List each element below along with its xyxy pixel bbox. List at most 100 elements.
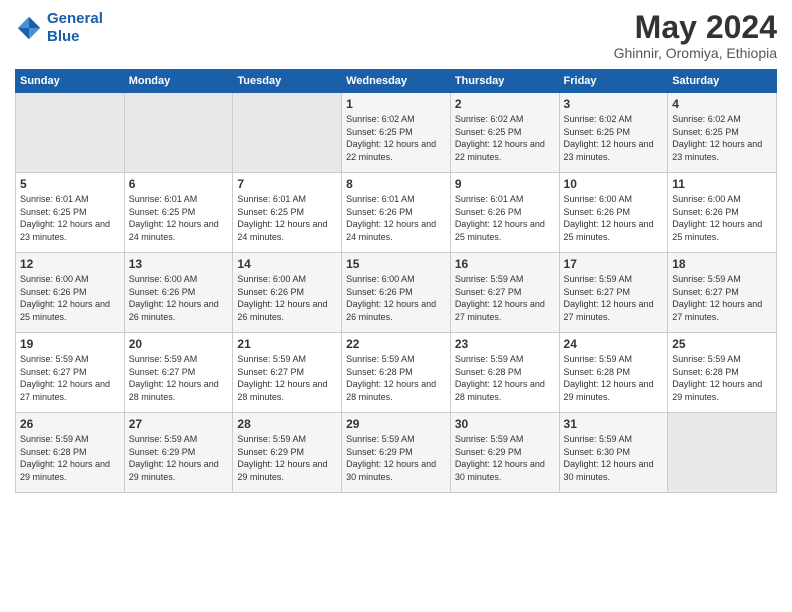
day-cell: 23 Sunrise: 5:59 AMSunset: 6:28 PMDayligh… (450, 333, 559, 413)
weekday-header-friday: Friday (559, 70, 668, 93)
day-info: Sunrise: 5:59 AMSunset: 6:28 PMDaylight:… (564, 353, 664, 403)
day-cell: 26Sunrise: 5:59 AMSunset: 6:28 PMDayligh… (16, 413, 125, 493)
day-number: 29 (346, 417, 446, 431)
weekday-header-monday: Monday (124, 70, 233, 93)
day-cell: 14 Sunrise: 6:00 AMSunset: 6:26 PMDayligh… (233, 253, 342, 333)
day-number: 28 (237, 417, 337, 431)
weekday-header-row: SundayMondayTuesdayWednesdayThursdayFrid… (16, 70, 777, 93)
day-number: 27 (129, 417, 229, 431)
day-cell: 13Sunrise: 6:00 AMSunset: 6:26 PMDayligh… (124, 253, 233, 333)
day-number: 19 (20, 337, 120, 351)
day-info: Sunrise: 6:01 AMSunset: 6:25 PMDaylight:… (237, 193, 337, 243)
day-number: 2 (455, 97, 555, 111)
day-info: Sunrise: 5:59 AMSunset: 6:27 PMDaylight:… (455, 273, 555, 323)
day-cell: 17 Sunrise: 5:59 AMSunset: 6:27 PMDayligh… (559, 253, 668, 333)
day-info: Sunrise: 5:59 AMSunset: 6:28 PMDaylight:… (672, 353, 772, 403)
logo-line1: General (47, 10, 103, 27)
day-info: Sunrise: 5:59 AMSunset: 6:28 PMDaylight:… (455, 353, 555, 403)
day-cell: 6 Sunrise: 6:01 AMSunset: 6:25 PMDaylight… (124, 173, 233, 253)
day-info: Sunrise: 6:01 AMSunset: 6:25 PMDaylight:… (20, 193, 120, 243)
day-cell: 2 Sunrise: 6:02 AMSunset: 6:25 PMDaylight… (450, 93, 559, 173)
day-number: 4 (672, 97, 772, 111)
day-cell: 20Sunrise: 5:59 AMSunset: 6:27 PMDayligh… (124, 333, 233, 413)
week-row-3: 12 Sunrise: 6:00 AMSunset: 6:26 PMDayligh… (16, 253, 777, 333)
day-info: Sunrise: 6:00 AMSunset: 6:26 PMDaylight:… (20, 273, 120, 323)
day-cell: 30Sunrise: 5:59 AMSunset: 6:29 PMDayligh… (450, 413, 559, 493)
day-cell: 7 Sunrise: 6:01 AMSunset: 6:25 PMDaylight… (233, 173, 342, 253)
day-info: Sunrise: 6:02 AMSunset: 6:25 PMDaylight:… (672, 113, 772, 163)
day-cell: 28Sunrise: 5:59 AMSunset: 6:29 PMDayligh… (233, 413, 342, 493)
day-info: Sunrise: 5:59 AMSunset: 6:29 PMDaylight:… (346, 433, 446, 483)
day-number: 16 (455, 257, 555, 271)
day-info: Sunrise: 6:02 AMSunset: 6:25 PMDaylight:… (564, 113, 664, 163)
day-info: Sunrise: 5:59 AMSunset: 6:28 PMDaylight:… (346, 353, 446, 403)
month-title: May 2024 (614, 10, 777, 45)
day-number: 1 (346, 97, 446, 111)
day-number: 22 (346, 337, 446, 351)
day-info: Sunrise: 6:00 AMSunset: 6:26 PMDaylight:… (672, 193, 772, 243)
day-number: 8 (346, 177, 446, 191)
day-cell: 3 Sunrise: 6:02 AMSunset: 6:25 PMDaylight… (559, 93, 668, 173)
day-info: Sunrise: 6:00 AMSunset: 6:26 PMDaylight:… (346, 273, 446, 323)
day-info: Sunrise: 5:59 AMSunset: 6:30 PMDaylight:… (564, 433, 664, 483)
day-number: 10 (564, 177, 664, 191)
day-number: 14 (237, 257, 337, 271)
day-number: 11 (672, 177, 772, 191)
day-info: Sunrise: 6:01 AMSunset: 6:25 PMDaylight:… (129, 193, 229, 243)
page-header: General Blue May 2024 Ghinnir, Oromiya, … (15, 10, 777, 61)
day-number: 23 (455, 337, 555, 351)
logo-line2: Blue (47, 28, 80, 45)
day-info: Sunrise: 6:00 AMSunset: 6:26 PMDaylight:… (129, 273, 229, 323)
title-area: May 2024 Ghinnir, Oromiya, Ethiopia (614, 10, 777, 61)
day-cell: 24Sunrise: 5:59 AMSunset: 6:28 PMDayligh… (559, 333, 668, 413)
day-info: Sunrise: 5:59 AMSunset: 6:27 PMDaylight:… (237, 353, 337, 403)
day-cell: 18 Sunrise: 5:59 AMSunset: 6:27 PMDayligh… (668, 253, 777, 333)
day-cell: 22 Sunrise: 5:59 AMSunset: 6:28 PMDayligh… (342, 333, 451, 413)
logo-text: General Blue (47, 10, 103, 46)
day-info: Sunrise: 6:01 AMSunset: 6:26 PMDaylight:… (455, 193, 555, 243)
day-cell: 29 Sunrise: 5:59 AMSunset: 6:29 PMDayligh… (342, 413, 451, 493)
day-info: Sunrise: 5:59 AMSunset: 6:27 PMDaylight:… (20, 353, 120, 403)
logo-icon (15, 14, 43, 42)
day-cell: 19 Sunrise: 5:59 AMSunset: 6:27 PMDayligh… (16, 333, 125, 413)
weekday-header-wednesday: Wednesday (342, 70, 451, 93)
day-number: 26 (20, 417, 120, 431)
day-cell: 15Sunrise: 6:00 AMSunset: 6:26 PMDayligh… (342, 253, 451, 333)
day-cell: 12 Sunrise: 6:00 AMSunset: 6:26 PMDayligh… (16, 253, 125, 333)
day-cell (233, 93, 342, 173)
calendar-table: SundayMondayTuesdayWednesdayThursdayFrid… (15, 69, 777, 493)
day-cell: 27Sunrise: 5:59 AMSunset: 6:29 PMDayligh… (124, 413, 233, 493)
weekday-header-sunday: Sunday (16, 70, 125, 93)
week-row-5: 26Sunrise: 5:59 AMSunset: 6:28 PMDayligh… (16, 413, 777, 493)
day-info: Sunrise: 5:59 AMSunset: 6:27 PMDaylight:… (672, 273, 772, 323)
day-number: 20 (129, 337, 229, 351)
day-number: 12 (20, 257, 120, 271)
day-info: Sunrise: 5:59 AMSunset: 6:27 PMDaylight:… (564, 273, 664, 323)
weekday-header-thursday: Thursday (450, 70, 559, 93)
day-info: Sunrise: 6:02 AMSunset: 6:25 PMDaylight:… (455, 113, 555, 163)
logo: General Blue (15, 10, 103, 46)
day-cell: 10Sunrise: 6:00 AMSunset: 6:26 PMDayligh… (559, 173, 668, 253)
day-number: 18 (672, 257, 772, 271)
day-cell: 21 Sunrise: 5:59 AMSunset: 6:27 PMDayligh… (233, 333, 342, 413)
day-info: Sunrise: 6:00 AMSunset: 6:26 PMDaylight:… (237, 273, 337, 323)
day-number: 17 (564, 257, 664, 271)
day-cell: 1 Sunrise: 6:02 AMSunset: 6:25 PMDaylight… (342, 93, 451, 173)
day-cell: 9Sunrise: 6:01 AMSunset: 6:26 PMDaylight… (450, 173, 559, 253)
day-cell: 5 Sunrise: 6:01 AMSunset: 6:25 PMDaylight… (16, 173, 125, 253)
day-cell: 16 Sunrise: 5:59 AMSunset: 6:27 PMDayligh… (450, 253, 559, 333)
day-number: 30 (455, 417, 555, 431)
weekday-header-tuesday: Tuesday (233, 70, 342, 93)
day-number: 21 (237, 337, 337, 351)
weekday-header-saturday: Saturday (668, 70, 777, 93)
day-info: Sunrise: 6:02 AMSunset: 6:25 PMDaylight:… (346, 113, 446, 163)
day-number: 6 (129, 177, 229, 191)
week-row-1: 1 Sunrise: 6:02 AMSunset: 6:25 PMDaylight… (16, 93, 777, 173)
day-number: 3 (564, 97, 664, 111)
day-number: 31 (564, 417, 664, 431)
day-number: 5 (20, 177, 120, 191)
location: Ghinnir, Oromiya, Ethiopia (614, 45, 777, 61)
day-cell: 4 Sunrise: 6:02 AMSunset: 6:25 PMDaylight… (668, 93, 777, 173)
day-number: 7 (237, 177, 337, 191)
day-info: Sunrise: 6:01 AMSunset: 6:26 PMDaylight:… (346, 193, 446, 243)
